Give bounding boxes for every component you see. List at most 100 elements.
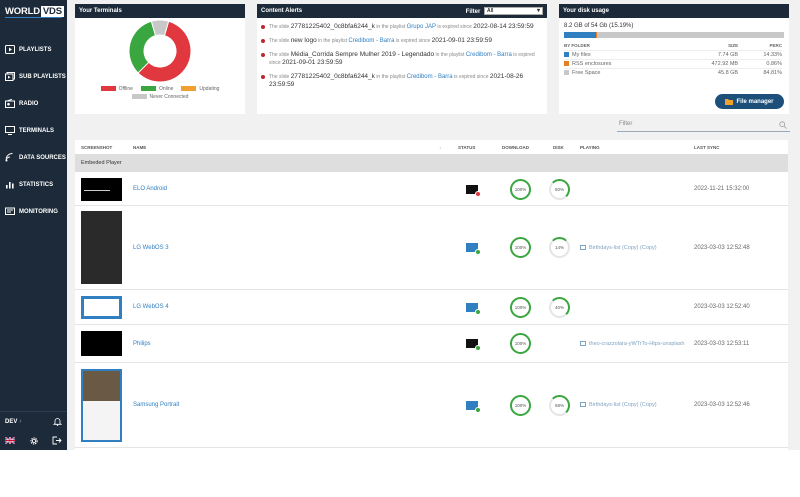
table-row[interactable]: LG WebOS 3 100% 14% Birthdays-list (Copy… — [75, 206, 788, 290]
sidebar-item-label: STATISTICS — [19, 181, 54, 188]
alert-slide-name: 27781225402_0c8bfa6244_k — [290, 23, 375, 30]
sidebar-footer: DEV › — [0, 411, 67, 450]
alert-dot-icon — [261, 25, 265, 29]
col-size: SIZE — [728, 43, 739, 48]
col-last-sync: LAST SYNC — [694, 144, 720, 150]
sidebar-item-radio[interactable]: RADIO — [0, 90, 67, 117]
disk-bar-my-files — [564, 32, 596, 38]
alert-playlist-link[interactable]: Credibom - Barra — [466, 52, 512, 58]
status-icon — [466, 302, 481, 315]
col-status: STATUS — [458, 144, 476, 150]
sidebar-item-label: RADIO — [19, 100, 39, 107]
environment-switcher[interactable]: DEV › — [5, 418, 22, 425]
playing-playlist[interactable]: Birthdays-list (Copy) (Copy) — [580, 245, 657, 251]
chart-icon — [6, 182, 14, 189]
table-row[interactable]: Samsung Portrait 100% 58% Birthdays-list… — [75, 363, 788, 448]
col-by-folder: BY FOLDER — [564, 43, 590, 48]
sidebar: WORLD VDS PLAYLISTS SUB PLAYLISTS RADIO T… — [0, 0, 67, 450]
play-square-icon — [5, 45, 15, 54]
alerts-panel-header: Content Alerts Filter All — [257, 4, 547, 18]
alert-playlist-link[interactable]: Credibom - Barra — [348, 38, 394, 44]
table-row[interactable]: ELO Android 100% 50% 2022-11-21 15:32:00 — [75, 173, 788, 206]
bell-icon[interactable] — [53, 417, 62, 426]
legend-item: Offline — [100, 86, 133, 92]
screenshot-thumbnail[interactable] — [81, 295, 122, 319]
download-progress: 100% — [510, 394, 531, 416]
sidebar-item-terminals[interactable]: TERMINALS — [0, 117, 67, 144]
logo-underline — [5, 17, 62, 18]
sidebar-item-statistics[interactable]: STATISTICS — [0, 171, 67, 198]
group-header: Embeded Player — [75, 154, 788, 172]
alert-dot-icon — [261, 39, 265, 43]
col-disk: DISK — [553, 144, 564, 150]
monitor-icon — [5, 126, 15, 135]
alert-item: The slide 27781225402_0c8bfa6244_k in th… — [257, 20, 547, 34]
playing-playlist[interactable]: theo-crazzolara-yWTrTo-Htps-unsplash — [580, 341, 684, 347]
table-row[interactable]: Philips 100% theo-crazzolara-yWTrTo-Htps… — [75, 325, 788, 363]
sidebar-item-data-sources[interactable]: DATA SOURCES — [0, 144, 67, 171]
screenshot-thumbnail[interactable] — [81, 177, 122, 201]
sort-icon[interactable]: ↕ — [439, 145, 441, 150]
panel-title: Your disk usage — [563, 8, 609, 14]
logout-icon[interactable] — [52, 436, 62, 445]
col-playing: PLAYING — [580, 144, 600, 150]
terminal-name-link[interactable]: ELO Android — [133, 186, 167, 192]
sidebar-item-sub-playlists[interactable]: SUB PLAYLISTS — [0, 63, 67, 90]
sidebar-item-label: PLAYLISTS — [19, 46, 52, 53]
screenshot-thumbnail[interactable] — [81, 331, 122, 356]
signal-icon — [5, 153, 13, 162]
col-name[interactable]: NAME — [133, 145, 146, 150]
alert-playlist-link[interactable]: Grupo JAP — [407, 24, 436, 30]
screenshot-thumbnail[interactable] — [81, 211, 122, 284]
disk-usage-panel: Your disk usage 8.2 GB of 54 Gb (15.19%)… — [559, 4, 789, 114]
screenshot-thumbnail[interactable] — [81, 368, 122, 442]
alert-date: 2021-09-01 23:59:59 — [282, 59, 343, 66]
logo[interactable]: WORLD VDS — [0, 0, 67, 26]
alert-dot-icon — [261, 53, 265, 57]
legend-item: Updating — [181, 86, 219, 92]
alert-slide-name: Média_Corrida Sempre Mulher 2019 - Legen… — [290, 51, 435, 58]
sidebar-item-playlists[interactable]: PLAYLISTS — [0, 36, 67, 63]
playlist-icon — [580, 340, 586, 346]
chevron-right-icon: › — [19, 418, 22, 425]
terminal-name-link[interactable]: Philips — [133, 341, 151, 347]
col-screenshot: SCREENSHOT — [81, 144, 113, 150]
terminal-name-link[interactable]: LG WebOS 4 — [133, 304, 169, 310]
alert-slide-name: new logo — [290, 37, 317, 44]
alerts-filter-select[interactable]: All — [484, 7, 543, 15]
disk-panel-header: Your disk usage — [559, 4, 789, 18]
gear-icon[interactable] — [29, 436, 39, 446]
terminal-name-link[interactable]: Samsung Portrait — [133, 402, 179, 408]
color-swatch — [564, 61, 569, 67]
disk-usage-ring: 40% — [549, 296, 570, 318]
file-manager-button[interactable]: File manager — [715, 94, 784, 109]
sidebar-item-label: MONITORING — [19, 208, 58, 215]
alert-playlist-link[interactable]: Credibom - Barra — [407, 74, 453, 80]
disk-usage-ring: 14% — [549, 237, 570, 258]
sidebar-item-monitoring[interactable]: MONITORING — [0, 198, 67, 225]
logo-text-vds: VDS — [40, 6, 64, 17]
chart-legend: Offline Online Updating Never Connected — [90, 86, 230, 100]
status-icon — [466, 184, 481, 197]
terminal-name-link[interactable]: LG WebOS 3 — [133, 245, 169, 251]
status-icon — [466, 339, 481, 351]
last-sync: 2023-03-03 12:52:48 — [694, 244, 750, 251]
panel-title: Content Alerts — [261, 8, 303, 14]
download-progress: 100% — [510, 237, 531, 258]
playing-playlist[interactable]: Birthdays-list (Copy) (Copy) — [580, 402, 657, 408]
alert-date: 2022-08-14 23:59:59 — [473, 23, 534, 30]
panel-title: Your Terminals — [79, 8, 122, 14]
content-alerts-panel: Content Alerts Filter All The slide 2778… — [257, 4, 547, 114]
table-row[interactable]: LG WebOS 4 100% 40% 2023-03-03 12:52:40 — [75, 290, 788, 325]
disk-row: My files 7.74 GB 14.33% — [564, 50, 782, 60]
last-sync: 2023-03-03 12:53:11 — [694, 340, 750, 347]
sidebar-nav: PLAYLISTS SUB PLAYLISTS RADIO TERMINALS … — [0, 36, 67, 225]
disk-folder-table: BY FOLDER SIZE PERC My files 7.74 GB 14.… — [564, 43, 782, 77]
uk-flag-icon[interactable] — [5, 437, 15, 444]
alert-item: The slide 27781225402_0c8bfa6244_k in th… — [257, 70, 547, 92]
download-progress: 100% — [510, 178, 531, 200]
main-content: Your Terminals Offline Online Updating N… — [67, 0, 800, 450]
disk-bar-rss — [595, 32, 598, 38]
terminals-search-input[interactable]: Filter — [617, 120, 790, 132]
col-perc: PERC — [769, 43, 782, 48]
